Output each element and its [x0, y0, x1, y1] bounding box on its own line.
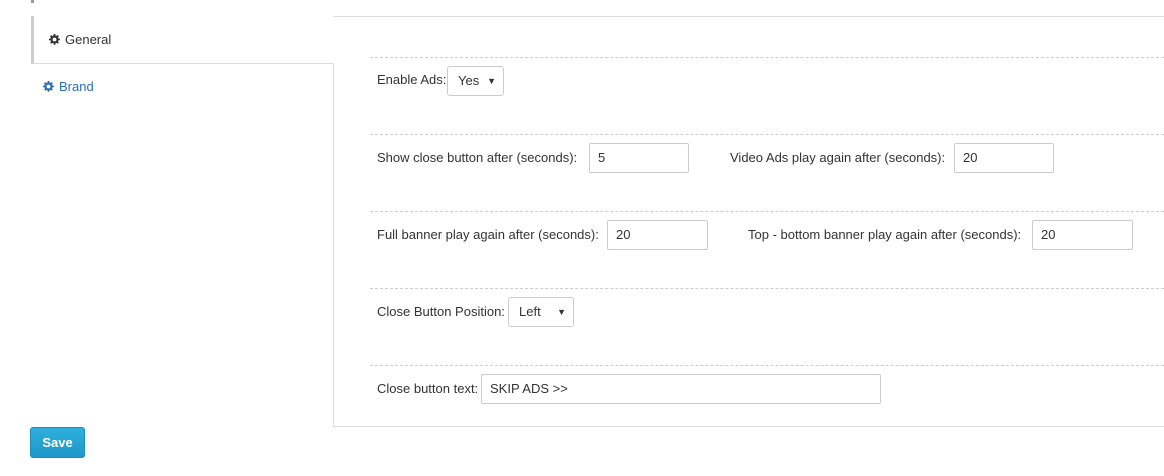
full-banner-again-input[interactable]: 20 [607, 220, 708, 250]
row-divider [370, 365, 1164, 366]
close-after-input[interactable]: 5 [589, 143, 689, 173]
tab-brand-label: Brand [59, 78, 94, 94]
close-text-label: Close button text: [377, 381, 479, 396]
full-banner-again-label: Full banner play again after (seconds): [377, 227, 599, 242]
close-position-value: Left [519, 304, 541, 319]
row-divider [370, 134, 1164, 135]
close-text-input[interactable]: SKIP ADS >> [481, 374, 881, 404]
caret-down-icon: ▼ [557, 307, 566, 317]
save-button[interactable]: Save [30, 427, 85, 458]
video-again-label: Video Ads play again after (seconds): [730, 150, 946, 165]
gear-icon [43, 80, 54, 92]
enable-ads-label: Enable Ads: [377, 72, 447, 87]
close-after-label: Show close button after (seconds): [377, 150, 578, 165]
close-position-select[interactable]: Left ▼ [508, 297, 574, 327]
gear-icon [49, 34, 60, 45]
tab-brand[interactable]: Brand [31, 64, 333, 108]
tab-general[interactable]: General [31, 16, 333, 64]
close-position-label: Close Button Position: [377, 304, 505, 319]
row-divider [370, 211, 1164, 212]
top-bottom-again-label: Top - bottom banner play again after (se… [748, 227, 1022, 242]
top-bottom-again-input[interactable]: 20 [1032, 220, 1133, 250]
row-divider [370, 288, 1164, 289]
caret-down-icon: ▼ [487, 76, 496, 86]
enable-ads-value: Yes [458, 73, 480, 88]
enable-ads-select[interactable]: Yes ▼ [447, 66, 504, 96]
tab-general-label: General [65, 32, 112, 47]
row-divider [370, 57, 1164, 58]
top-border-stub [31, 0, 34, 3]
video-again-input[interactable]: 20 [954, 143, 1054, 173]
